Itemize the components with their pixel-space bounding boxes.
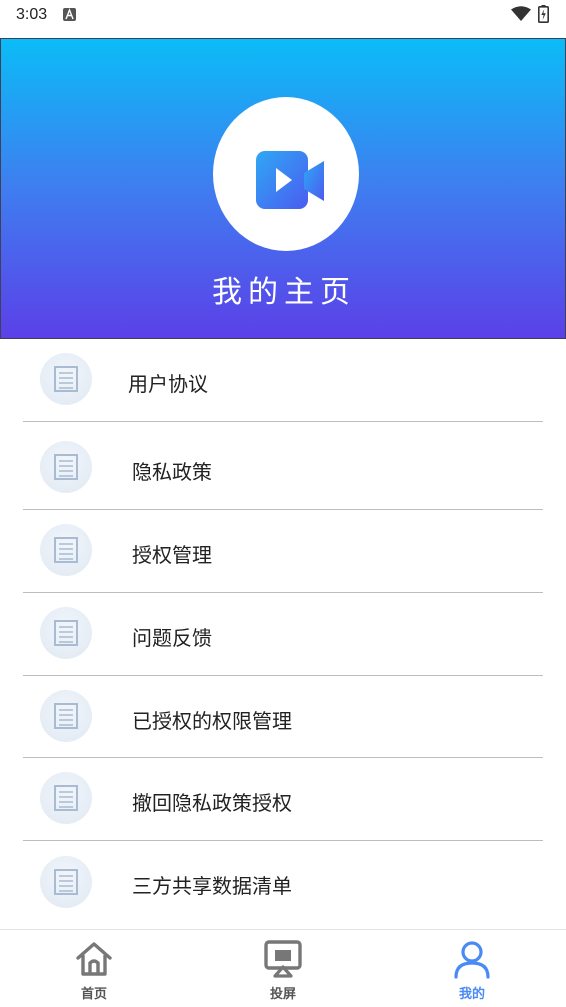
- status-time: 3:03: [16, 6, 48, 23]
- menu-item-label: 已授权的权限管理: [132, 709, 292, 733]
- menu-item-label: 撤回隐私政策授权: [132, 791, 292, 815]
- home-icon: [76, 942, 112, 976]
- menu-item-feedback[interactable]: 问题反馈: [23, 593, 543, 676]
- document-icon: [40, 856, 92, 908]
- document-icon: [40, 690, 92, 742]
- menu-item-label: 隐私政策: [132, 460, 212, 484]
- menu-item-revoke-privacy-authorization[interactable]: 撤回隐私政策授权: [23, 758, 543, 841]
- nav-label: 首页: [80, 987, 107, 1002]
- document-icon: [40, 441, 92, 493]
- profile-icon: [454, 941, 490, 979]
- menu-item-granted-permissions[interactable]: 已授权的权限管理: [23, 676, 543, 758]
- wifi-icon: [511, 6, 531, 21]
- bottom-navigation: 首页 投屏 我的: [0, 929, 566, 1007]
- video-camera-icon: [256, 151, 324, 209]
- nav-tab-profile[interactable]: 我的: [402, 930, 542, 1007]
- menu-item-label: 用户协议: [128, 372, 208, 396]
- nav-tab-screen-cast[interactable]: 投屏: [213, 930, 353, 1007]
- notification-a-icon: [63, 8, 76, 21]
- profile-header-banner: 我的主页: [0, 38, 566, 339]
- screen-cast-icon: [264, 940, 302, 978]
- page-title: 我的主页: [212, 275, 356, 310]
- menu-item-authorization-management[interactable]: 授权管理: [23, 510, 543, 593]
- nav-tab-home[interactable]: 首页: [24, 930, 164, 1007]
- nav-label: 投屏: [269, 987, 296, 1002]
- app-logo-avatar: [213, 97, 359, 251]
- menu-item-label: 三方共享数据清单: [132, 874, 292, 898]
- document-icon: [40, 524, 92, 576]
- menu-item-privacy-policy[interactable]: 隐私政策: [23, 422, 543, 510]
- menu-item-label: 授权管理: [132, 543, 212, 567]
- battery-icon: [538, 5, 549, 23]
- nav-label: 我的: [458, 987, 485, 1002]
- document-icon: [40, 353, 92, 405]
- document-icon: [40, 772, 92, 824]
- document-icon: [40, 607, 92, 659]
- menu-item-user-agreement[interactable]: 用户协议: [23, 339, 543, 422]
- status-bar: 3:03: [0, 0, 566, 38]
- menu-item-third-party-data-list[interactable]: 三方共享数据清单: [23, 841, 543, 927]
- menu-item-label: 问题反馈: [132, 626, 212, 650]
